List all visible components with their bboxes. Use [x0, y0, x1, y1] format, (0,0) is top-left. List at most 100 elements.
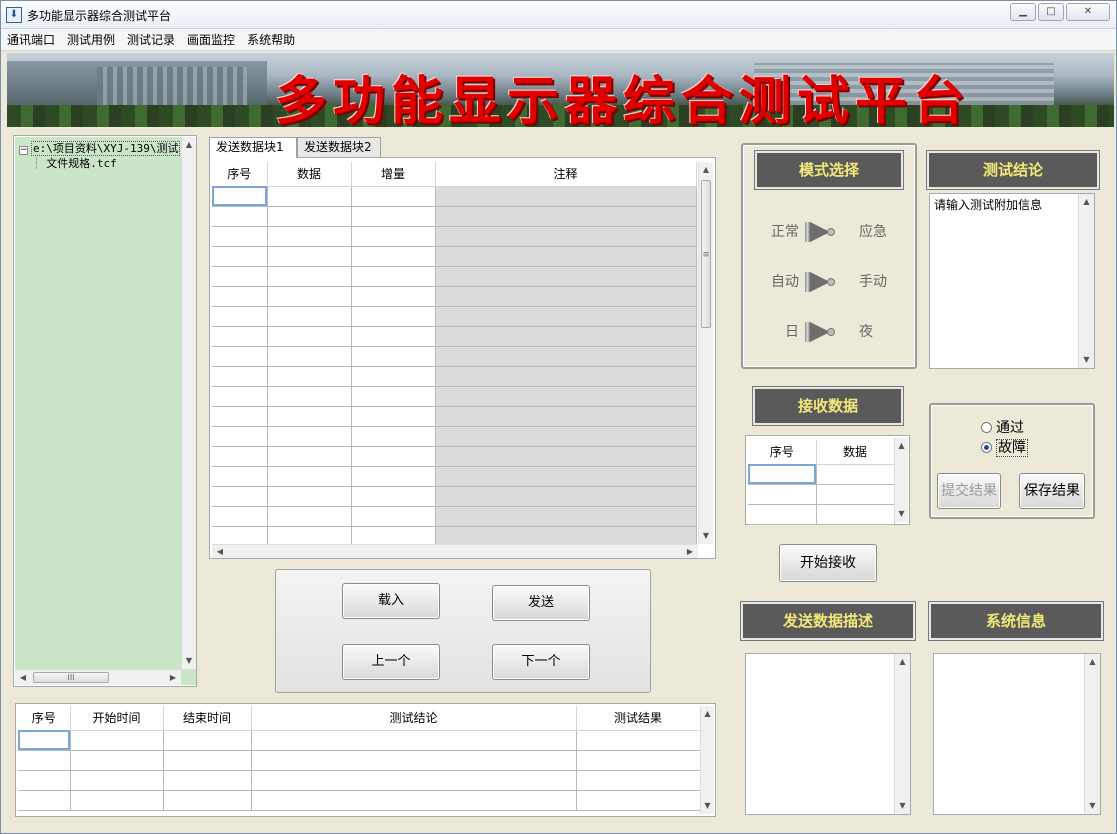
- table-cell[interactable]: [816, 464, 895, 485]
- table-cell[interactable]: [212, 266, 268, 287]
- table-cell[interactable]: [435, 466, 697, 487]
- receive-table[interactable]: 序号 数据: [748, 440, 895, 525]
- next-button[interactable]: 下一个: [492, 644, 590, 680]
- scroll-down-icon[interactable]: ▼: [895, 506, 908, 522]
- table-cell[interactable]: [267, 326, 352, 347]
- table-row[interactable]: [212, 246, 697, 267]
- tree-file-node[interactable]: 文件规格.tcf: [46, 157, 117, 170]
- table-row[interactable]: [18, 750, 701, 771]
- send-vscroll-thumb[interactable]: ≡: [701, 180, 711, 328]
- table-cell[interactable]: [212, 286, 268, 307]
- scroll-down-icon[interactable]: ▼: [699, 528, 713, 544]
- table-cell[interactable]: [351, 346, 436, 367]
- col-data[interactable]: 数据: [816, 440, 895, 465]
- records-table[interactable]: 序号 开始时间 结束时间 测试结论 测试结果: [18, 706, 701, 811]
- table-cell[interactable]: [435, 426, 697, 447]
- send-table[interactable]: 序号 数据 增量 注释: [212, 162, 697, 547]
- col-end-time[interactable]: 结束时间: [163, 706, 252, 731]
- table-row[interactable]: [212, 526, 697, 547]
- table-cell[interactable]: [748, 504, 817, 525]
- table-row[interactable]: [748, 484, 895, 505]
- col-comment[interactable]: 注释: [435, 162, 697, 187]
- table-cell[interactable]: [18, 790, 71, 811]
- table-cell[interactable]: [267, 466, 352, 487]
- table-row[interactable]: [212, 346, 697, 367]
- receive-vscroll[interactable]: ▲ ▼: [894, 438, 908, 522]
- scroll-down-icon[interactable]: ▼: [1085, 798, 1100, 814]
- table-row[interactable]: [212, 386, 697, 407]
- col-increment[interactable]: 增量: [351, 162, 436, 187]
- tree-root-node[interactable]: e:\项目资料\XYJ-139\测试: [31, 141, 181, 156]
- table-cell[interactable]: [435, 326, 697, 347]
- table-cell[interactable]: [267, 306, 352, 327]
- table-cell[interactable]: [816, 484, 895, 505]
- scroll-left-icon[interactable]: ◀: [15, 670, 31, 685]
- table-cell[interactable]: [251, 790, 577, 811]
- radio-pass-dot[interactable]: [981, 422, 992, 433]
- table-cell[interactable]: [351, 446, 436, 467]
- table-cell[interactable]: [251, 770, 577, 791]
- scroll-right-icon[interactable]: ▶: [165, 670, 181, 685]
- table-cell[interactable]: [251, 730, 577, 751]
- table-cell[interactable]: [267, 226, 352, 247]
- table-cell[interactable]: [212, 486, 268, 507]
- table-cell[interactable]: [212, 306, 268, 327]
- scroll-down-icon[interactable]: ▼: [701, 798, 714, 814]
- table-cell[interactable]: [351, 466, 436, 487]
- table-cell[interactable]: [351, 306, 436, 327]
- send-hscroll[interactable]: ◀ ▶: [212, 544, 698, 558]
- table-cell[interactable]: [435, 266, 697, 287]
- table-row[interactable]: [18, 770, 701, 791]
- table-cell[interactable]: [163, 770, 252, 791]
- table-cell[interactable]: [435, 406, 697, 427]
- table-row[interactable]: [212, 486, 697, 507]
- table-row[interactable]: [18, 790, 701, 811]
- menu-screen-monitor[interactable]: 画面监控: [181, 29, 241, 51]
- scroll-up-icon[interactable]: ▲: [1085, 654, 1100, 670]
- table-cell[interactable]: [212, 226, 268, 247]
- table-cell[interactable]: [212, 346, 268, 367]
- table-cell[interactable]: [435, 226, 697, 247]
- table-cell[interactable]: [267, 446, 352, 467]
- table-row[interactable]: [212, 306, 697, 327]
- table-cell[interactable]: [267, 186, 352, 207]
- table-cell[interactable]: [435, 366, 697, 387]
- prev-button[interactable]: 上一个: [342, 644, 440, 680]
- scroll-up-icon[interactable]: ▲: [699, 162, 713, 178]
- table-row[interactable]: [212, 186, 697, 207]
- table-cell[interactable]: [267, 206, 352, 227]
- scroll-down-icon[interactable]: ▼: [182, 653, 196, 669]
- sysinfo-vscroll[interactable]: ▲ ▼: [1084, 654, 1100, 814]
- table-cell[interactable]: [70, 750, 164, 771]
- table-row[interactable]: [212, 466, 697, 487]
- scroll-left-icon[interactable]: ◀: [212, 545, 228, 558]
- table-cell[interactable]: [18, 730, 71, 751]
- sysinfo-textarea[interactable]: ▲ ▼: [933, 653, 1101, 815]
- table-cell[interactable]: [351, 186, 436, 207]
- table-cell[interactable]: [351, 386, 436, 407]
- table-row[interactable]: [212, 226, 697, 247]
- records-vscroll[interactable]: ▲ ▼: [700, 706, 714, 814]
- col-result[interactable]: 测试结果: [576, 706, 701, 731]
- table-cell[interactable]: [435, 306, 697, 327]
- table-row[interactable]: [212, 446, 697, 467]
- table-cell[interactable]: [576, 770, 701, 791]
- table-cell[interactable]: [351, 506, 436, 527]
- table-cell[interactable]: [267, 526, 352, 547]
- tree-vscroll[interactable]: ▲ ▼: [181, 137, 196, 669]
- table-row[interactable]: [212, 426, 697, 447]
- table-cell[interactable]: [212, 246, 268, 267]
- fault-radio[interactable]: 故障: [981, 437, 1028, 457]
- table-cell[interactable]: [70, 730, 164, 751]
- auto-manual-toggle[interactable]: [805, 271, 835, 293]
- send-desc-textarea[interactable]: ▲ ▼: [745, 653, 911, 815]
- table-cell[interactable]: [212, 446, 268, 467]
- col-conclusion[interactable]: 测试结论: [251, 706, 577, 731]
- table-cell[interactable]: [267, 386, 352, 407]
- table-cell[interactable]: [816, 504, 895, 525]
- send-desc-vscroll[interactable]: ▲ ▼: [894, 654, 910, 814]
- table-cell[interactable]: [267, 246, 352, 267]
- table-cell[interactable]: [18, 770, 71, 791]
- table-cell[interactable]: [435, 346, 697, 367]
- table-cell[interactable]: [163, 750, 252, 771]
